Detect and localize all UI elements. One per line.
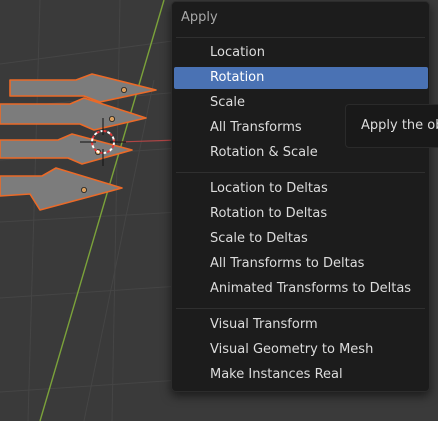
menu-separator <box>176 308 425 309</box>
menu-separator <box>176 172 425 173</box>
menu-item-make-instances-real[interactable]: Make Instances Real <box>174 364 428 386</box>
menu-title: Apply <box>181 10 218 25</box>
menu-item-location[interactable]: Location <box>174 42 428 64</box>
arrow-object-2 <box>0 97 147 131</box>
tooltip-text: Apply the ob <box>361 118 438 133</box>
y-axis-line <box>39 0 165 421</box>
menu-item-all-transforms-to-deltas[interactable]: All Transforms to Deltas <box>174 253 428 275</box>
object-origin-dot <box>121 87 128 94</box>
menu-item-location-to-deltas[interactable]: Location to Deltas <box>174 178 428 200</box>
menu-item-rotation-to-deltas[interactable]: Rotation to Deltas <box>174 203 428 225</box>
tooltip: Apply the ob <box>345 104 438 148</box>
menu-item-scale-to-deltas[interactable]: Scale to Deltas <box>174 228 428 250</box>
apply-menu: Apply Location Rotation Scale All Transf… <box>171 1 430 392</box>
object-origin-dot <box>109 116 116 123</box>
menu-separator <box>176 37 425 38</box>
viewport-grid <box>0 0 181 421</box>
menu-item-visual-geometry-to-mesh[interactable]: Visual Geometry to Mesh <box>174 339 428 361</box>
menu-item-rotation[interactable]: Rotation <box>174 67 428 89</box>
menu-item-visual-transform[interactable]: Visual Transform <box>174 314 428 336</box>
menu-item-animated-transforms-to-deltas[interactable]: Animated Transforms to Deltas <box>174 278 428 300</box>
object-origin-dot <box>81 186 88 193</box>
